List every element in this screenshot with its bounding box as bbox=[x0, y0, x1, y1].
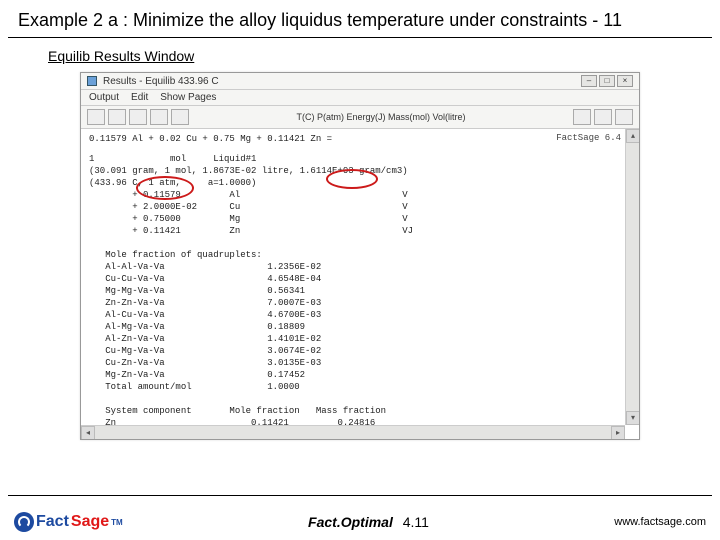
page-number: 4.11 bbox=[403, 514, 429, 530]
slide-title: Example 2 a : Minimize the alloy liquidu… bbox=[0, 0, 720, 37]
annotation-ellipse-1 bbox=[136, 176, 194, 200]
section-label: Equilib Results Window bbox=[48, 48, 720, 64]
toolbar-btn-2[interactable] bbox=[108, 109, 126, 125]
toolbar-btn-4[interactable] bbox=[150, 109, 168, 125]
scrollbar-horizontal[interactable]: ◂ ▸ bbox=[81, 425, 625, 439]
scroll-left-icon[interactable]: ◂ bbox=[81, 426, 95, 439]
toolbar-btn-r3[interactable] bbox=[615, 109, 633, 125]
scroll-down-icon[interactable]: ▾ bbox=[626, 411, 639, 425]
window-title: Results - Equilib 433.96 C bbox=[103, 76, 219, 87]
toolbar: T(C) P(atm) Energy(J) Mass(mol) Vol(litr… bbox=[81, 106, 639, 129]
logo-tm: TM bbox=[111, 518, 123, 527]
titlebar: Results - Equilib 433.96 C – □ × bbox=[81, 73, 639, 90]
minimize-button[interactable]: – bbox=[581, 75, 597, 87]
scroll-up-icon[interactable]: ▴ bbox=[626, 129, 639, 143]
toolbar-btn-r2[interactable] bbox=[594, 109, 612, 125]
maximize-button[interactable]: □ bbox=[599, 75, 615, 87]
version-label: FactSage 6.4 bbox=[556, 133, 621, 143]
toolbar-btn-5[interactable] bbox=[171, 109, 189, 125]
toolbar-btn-r1[interactable] bbox=[573, 109, 591, 125]
footer-url: www.factsage.com bbox=[614, 516, 706, 528]
toolbar-units: T(C) P(atm) Energy(J) Mass(mol) Vol(litr… bbox=[296, 112, 465, 122]
window-controls: – □ × bbox=[581, 75, 633, 87]
annotation-ellipse-2 bbox=[326, 169, 378, 189]
menu-output[interactable]: Output bbox=[89, 92, 119, 103]
app-icon bbox=[87, 76, 97, 86]
close-button[interactable]: × bbox=[617, 75, 633, 87]
logo-bubble-icon bbox=[14, 512, 34, 532]
scrollbar-vertical[interactable]: ▴ ▾ bbox=[625, 129, 639, 425]
logo-text-fact: Fact bbox=[36, 513, 69, 531]
logo-text-sage: Sage bbox=[71, 513, 109, 531]
menubar: Output Edit Show Pages bbox=[81, 90, 639, 106]
factsage-logo: FactSageTM bbox=[14, 512, 123, 532]
menu-show-pages[interactable]: Show Pages bbox=[160, 92, 216, 103]
footer-product: Fact.Optimal bbox=[308, 514, 393, 530]
footer: FactSageTM Fact.Optimal 4.11 www.factsag… bbox=[0, 512, 720, 532]
footer-rule bbox=[8, 495, 712, 496]
scroll-right-icon[interactable]: ▸ bbox=[611, 426, 625, 439]
toolbar-btn-1[interactable] bbox=[87, 109, 105, 125]
content-area: FactSage 6.4 0.11579 Al + 0.02 Cu + 0.75… bbox=[81, 129, 639, 439]
toolbar-btn-3[interactable] bbox=[129, 109, 147, 125]
results-window: Results - Equilib 433.96 C – □ × Output … bbox=[80, 72, 640, 440]
menu-edit[interactable]: Edit bbox=[131, 92, 148, 103]
title-rule bbox=[8, 37, 712, 38]
